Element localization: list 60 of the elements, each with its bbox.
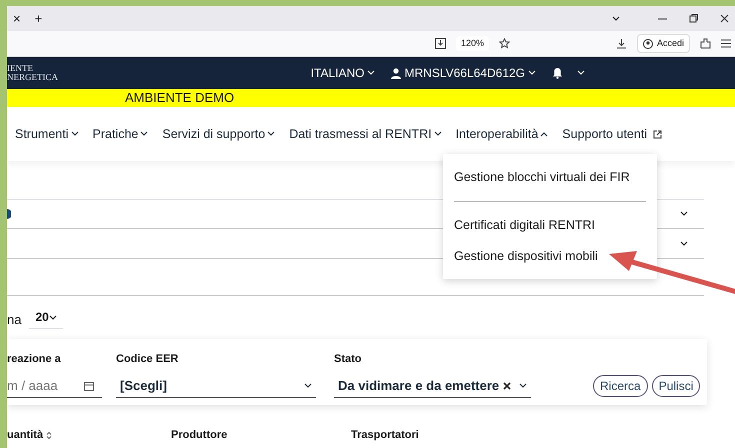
chevron-down-icon xyxy=(434,131,442,137)
chevron-down-icon xyxy=(304,383,312,389)
action-button[interactable]: Pulisci xyxy=(652,375,700,397)
nav-menu-item[interactable]: Strumenti xyxy=(15,124,78,144)
download-icon xyxy=(616,38,627,49)
menu-icon xyxy=(721,39,731,48)
chevron-down-icon xyxy=(680,240,688,246)
environment-banner: AMBIENTE DEMO xyxy=(7,89,735,107)
sort-icon[interactable] xyxy=(46,430,52,440)
chevron-down-icon xyxy=(519,383,527,389)
nav-menu-item[interactable]: Dati trasmessi al RENTRI xyxy=(289,124,442,144)
select-field[interactable]: Da vidimare e da emettere xyxy=(334,376,531,398)
chevron-down-icon xyxy=(612,16,620,22)
field-label: Stato xyxy=(334,352,362,367)
logo-text: IENTE NERGETICA xyxy=(7,64,58,82)
new-tab-button[interactable]: + xyxy=(34,8,42,28)
page-size-label: na xyxy=(7,310,22,328)
zoom-level-button[interactable]: 120% xyxy=(456,36,489,52)
chevron-down-icon xyxy=(267,131,276,137)
clear-icon[interactable] xyxy=(503,382,511,390)
column-header[interactable]: uantità xyxy=(7,427,171,444)
dropdown-item[interactable]: Certificati digitali RENTRI xyxy=(443,210,657,240)
restore-icon xyxy=(689,14,698,23)
user-icon xyxy=(642,38,653,48)
nav-menu-item[interactable]: Interoperabilità xyxy=(456,124,548,144)
column-header: Trasportatori xyxy=(351,428,420,443)
calendar-icon xyxy=(84,381,94,391)
select-field[interactable]: [Scegli] xyxy=(116,376,316,398)
chevron-down-icon xyxy=(577,70,585,76)
nav-menu-item[interactable]: Servizi di supporto xyxy=(162,124,276,144)
chevron-down-icon xyxy=(680,211,688,217)
chevron-down-icon xyxy=(70,131,78,137)
close-icon xyxy=(720,14,729,23)
chevron-down-icon xyxy=(367,70,376,76)
field-label: reazione a xyxy=(7,352,62,367)
tab-close-button[interactable]: × xyxy=(13,8,21,28)
external-link-icon xyxy=(653,130,662,138)
date-field[interactable]: m / aaaa xyxy=(7,376,77,396)
bell-icon xyxy=(552,67,563,79)
chevron-down-icon xyxy=(528,70,536,76)
chevron-down-icon xyxy=(140,131,148,137)
field-label: Codice EER xyxy=(116,352,180,367)
notifications-button[interactable] xyxy=(552,67,585,79)
user-icon xyxy=(391,68,402,78)
minimize-icon xyxy=(658,18,667,20)
user-menu[interactable]: MRNSLV66L64D612G xyxy=(391,64,536,82)
column-header: Produttore xyxy=(171,428,228,443)
language-selector[interactable]: ITALIANO xyxy=(310,64,376,82)
extensions-icon xyxy=(700,38,711,49)
chevron-up-icon xyxy=(540,131,548,137)
dropdown-item[interactable]: Gestione dispositivi mobili xyxy=(443,240,657,272)
nav-menu-item[interactable]: Supporto utenti xyxy=(562,124,662,144)
download-page-icon xyxy=(434,38,446,49)
star-icon xyxy=(498,38,510,49)
dropdown-item[interactable]: Gestione blocchi virtuali dei FIR xyxy=(443,162,657,193)
sign-in-button[interactable]: Accedi xyxy=(636,34,690,54)
chevron-down-icon xyxy=(48,314,57,321)
action-button[interactable]: Ricerca xyxy=(593,375,648,397)
nav-menu-item[interactable]: Pratiche xyxy=(92,124,148,144)
page-size-select[interactable]: 20 xyxy=(29,308,63,329)
